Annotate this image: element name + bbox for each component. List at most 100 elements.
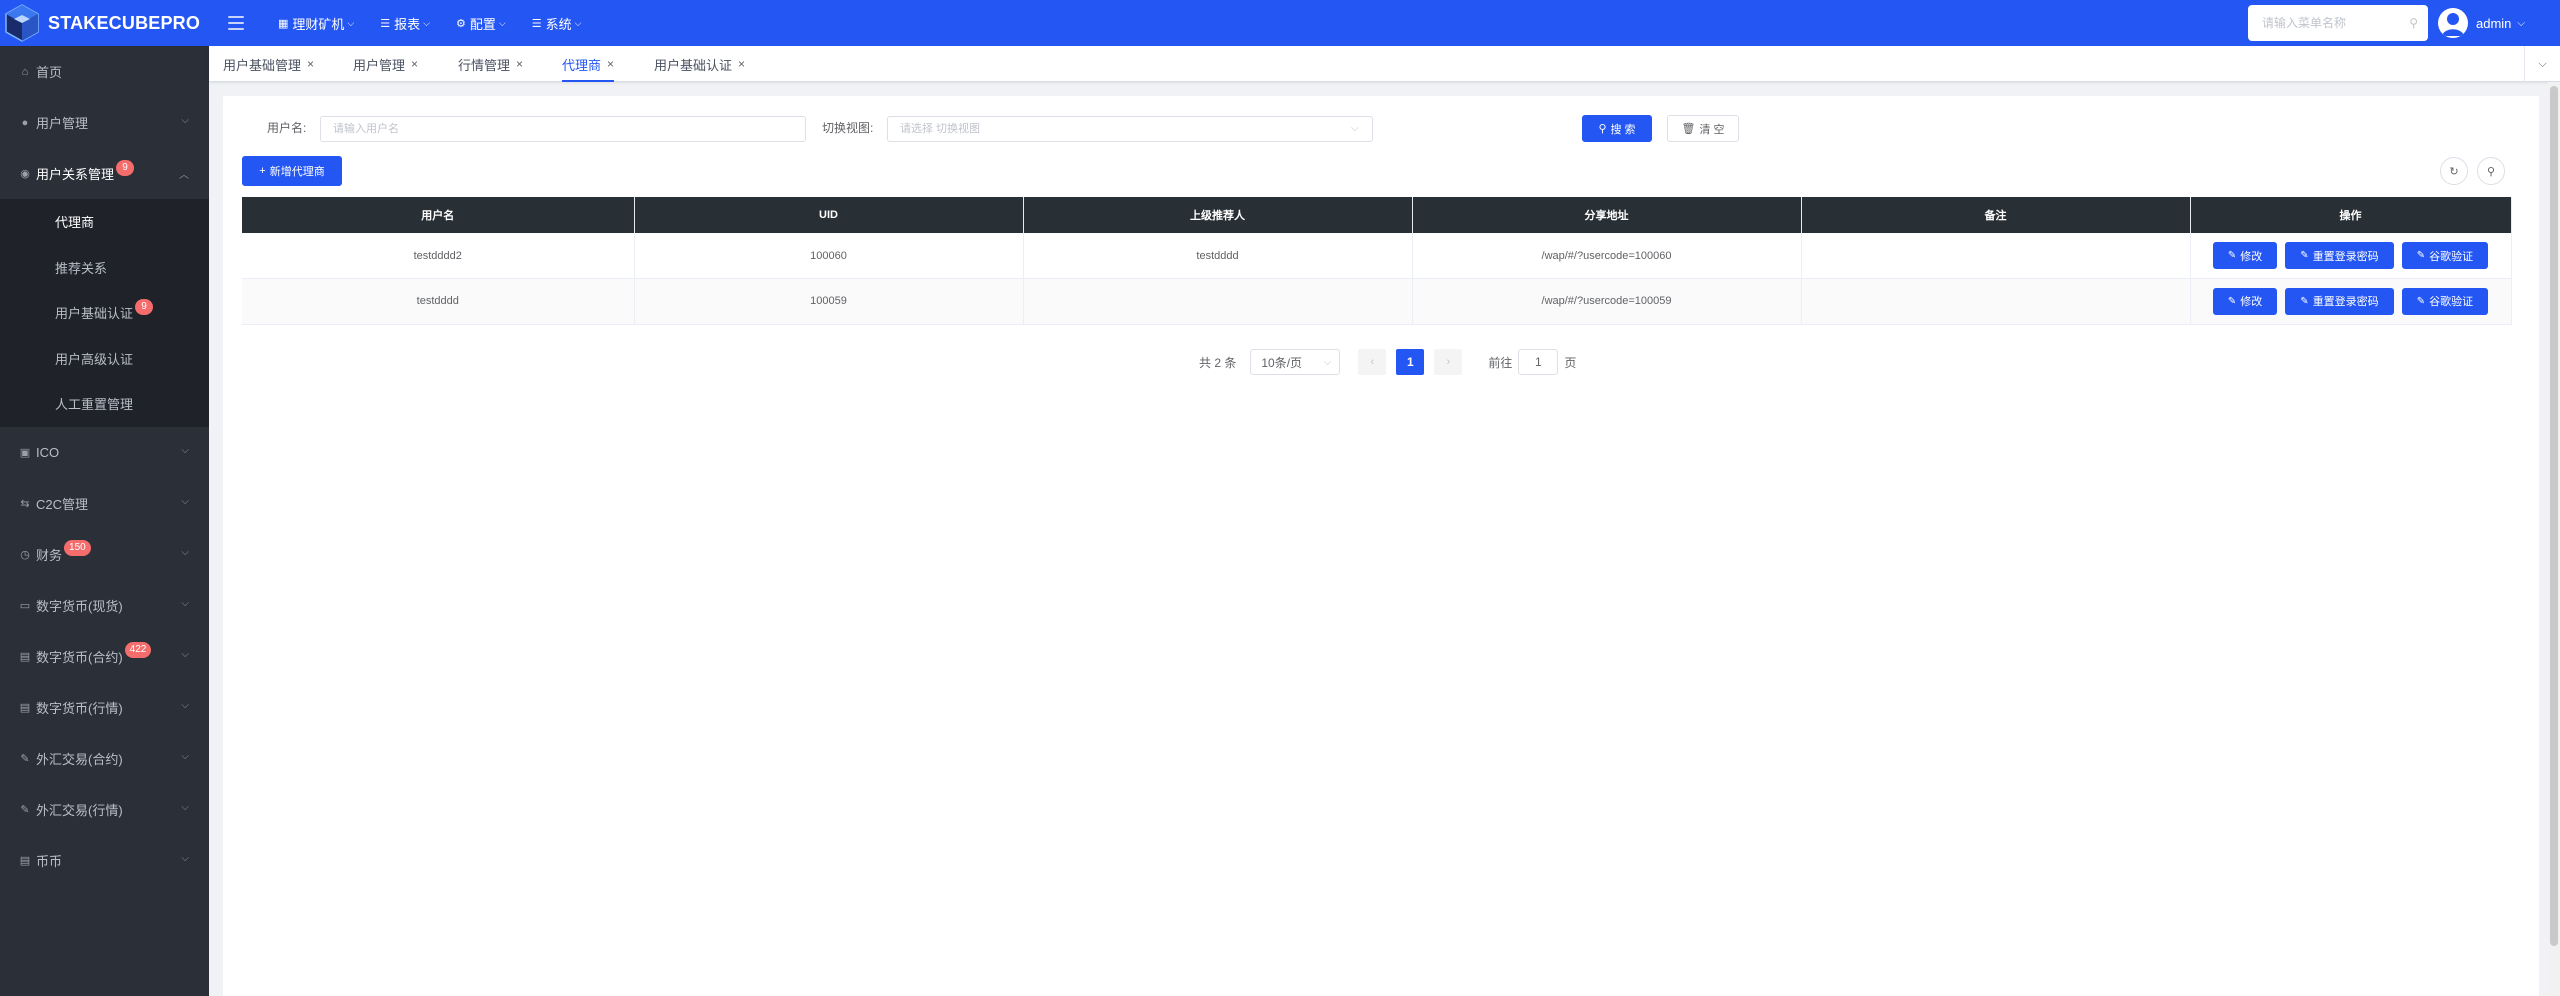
edit-button[interactable]: ✎ 修改 [2212, 242, 2278, 269]
sidebar-item-forex-market[interactable]: ✎ 外汇交易(行情) ⌵ [0, 784, 209, 835]
user-avatar-icon [2442, 13, 2464, 36]
topnav-item-system[interactable]: ☰ 系统 ⌵ [532, 14, 582, 33]
menu-search-input[interactable] [2262, 16, 2402, 30]
goto-suffix: 页 [1564, 355, 1577, 370]
sidebar-subitem-advanced-verification[interactable]: 用户高级认证 [0, 335, 209, 381]
sidebar-subitem-agents[interactable]: 代理商 [0, 199, 209, 245]
chevron-up-icon: ︿ [179, 170, 189, 181]
chevron-down-icon[interactable]: ⌵ [2524, 46, 2560, 82]
scrollbar-thumb[interactable] [2550, 86, 2558, 946]
tab-market-management[interactable]: 行情管理 × [458, 46, 523, 82]
sidebar-item-label: 用户关系管理 [36, 167, 115, 182]
tab-agents[interactable]: 代理商 × [562, 46, 615, 82]
tab-label: 用户基础管理 [223, 57, 302, 73]
tab-user-basic-management[interactable]: 用户基础管理 × [223, 46, 314, 82]
sidebar-item-label: 数字货币(合约) [36, 649, 123, 665]
page-size-select[interactable]: 10条/页 ⌵ [1250, 349, 1341, 375]
search-icon: ⚲ [1598, 123, 1607, 135]
close-icon[interactable]: × [307, 57, 314, 71]
page-number-current[interactable]: 1 [1396, 349, 1425, 375]
sidebar-item-coin-coin[interactable]: ▤ 币币 ⌵ [0, 835, 209, 886]
refresh-icon[interactable]: ↻ [2440, 157, 2468, 185]
user-circle-icon: ◉ [20, 168, 30, 180]
count-badge: 150 [64, 540, 91, 556]
search-toggle-icon[interactable]: ⚲ [2477, 157, 2505, 185]
sidebar-item-crypto-futures[interactable]: ▤ 数字货币(合约) 422 ⌵ [0, 631, 209, 682]
search-icon[interactable]: ⚲ [2409, 16, 2418, 30]
edit-icon: ✎ [2300, 250, 2309, 261]
column-header-username[interactable]: 用户名 [242, 197, 635, 233]
menu-toggle-icon[interactable] [226, 14, 246, 32]
count-badge: 422 [124, 642, 152, 658]
username-label: 用户名: [267, 121, 307, 135]
sidebar-item-finance[interactable]: ◷ 财务 150 ⌵ [0, 529, 209, 580]
sidebar-subitem-manual-reset[interactable]: 人工重置管理 [0, 381, 209, 427]
user-icon: ● [21, 116, 29, 129]
main-content: 用户名: 切换视图: ⌵ ⚲ 搜 索 🗑 清 空 + 新增代理商 ↻ ⚲ 用户名… [223, 96, 2539, 996]
add-agent-button[interactable]: + 新增代理商 [242, 156, 342, 186]
chevron-down-icon: ⌵ [181, 648, 189, 660]
sidebar-item-label: ICO [36, 444, 60, 460]
sidebar-item-crypto-market[interactable]: ▤ 数字货币(行情) ⌵ [0, 682, 209, 733]
row-actions: ✎ 修改 ✎ 重置登录密码 ✎ 谷歌验证 [2191, 287, 2511, 315]
google-auth-button[interactable]: ✎ 谷歌验证 [2401, 287, 2489, 315]
column-header-share-url[interactable]: 分享地址 [1412, 197, 1802, 233]
reset-password-button[interactable]: ✎ 重置登录密码 [2285, 287, 2394, 315]
tab-user-management[interactable]: 用户管理 × [353, 46, 418, 82]
prev-page-icon[interactable]: ‹ [1358, 349, 1387, 375]
reset-password-button-label: 重置登录密码 [2312, 296, 2379, 309]
sidebar-item-user-management[interactable]: ● 用户管理 ⌵ [0, 97, 209, 148]
topnav-item-wealth-miner[interactable]: ▦ 理财矿机 ⌵ [278, 14, 354, 33]
close-icon[interactable]: × [516, 57, 523, 71]
wallet-icon: ▭ [19, 599, 31, 612]
clear-button[interactable]: 🗑 清 空 [1667, 115, 1739, 142]
edit-button[interactable]: ✎ 修改 [2212, 287, 2278, 315]
topnav-label: 配置 [469, 16, 496, 32]
cube-logo-icon [5, 4, 39, 42]
topnav-item-reports[interactable]: ☰ 报表 ⌵ [380, 14, 430, 33]
sidebar-subitem-label: 人工重置管理 [55, 397, 134, 413]
column-header-remark[interactable]: 备注 [1801, 197, 2191, 233]
sidebar-item-ico[interactable]: ▣ ICO ⌵ [0, 427, 209, 478]
user-menu[interactable]: admin ⌵ [2438, 7, 2525, 39]
google-auth-button[interactable]: ✎ 谷歌验证 [2401, 242, 2489, 269]
cell-username: testdddd [242, 278, 635, 325]
sidebar-item-label: 币币 [36, 853, 63, 869]
topnav-item-config[interactable]: ⚙ 配置 ⌵ [456, 14, 506, 33]
goto-page-input[interactable] [1518, 349, 1559, 375]
view-switch-select[interactable] [887, 116, 1373, 142]
close-icon[interactable]: × [411, 57, 418, 71]
sidebar-subitem-basic-verification[interactable]: 用户基础认证 9 [0, 290, 209, 336]
tab-label: 行情管理 [458, 57, 511, 73]
sidebar-item-label: 外汇交易(合约) [36, 751, 123, 767]
edit-icon: ✎ [2416, 250, 2426, 261]
sidebar-item-forex-futures[interactable]: ✎ 外汇交易(合约) ⌵ [0, 733, 209, 784]
close-icon[interactable]: × [607, 57, 614, 71]
column-header-referrer[interactable]: 上级推荐人 [1023, 197, 1413, 233]
sidebar-subitem-referrals[interactable]: 推荐关系 [0, 244, 209, 290]
chevron-down-icon: ⌵ [181, 852, 189, 864]
column-header-uid[interactable]: UID [634, 197, 1024, 233]
tab-user-basic-verification[interactable]: 用户基础认证 × [654, 46, 745, 82]
search-button[interactable]: ⚲ 搜 索 [1582, 115, 1652, 142]
sidebar-item-home[interactable]: ⌂ 首页 [0, 46, 209, 97]
reset-password-button-label: 重置登录密码 [2312, 250, 2379, 263]
page-size-value: 10条/页 [1261, 355, 1303, 370]
username-input[interactable] [320, 116, 806, 142]
close-icon[interactable]: × [738, 57, 745, 71]
edit-doc-icon: ✎ [20, 803, 30, 816]
chevron-down-icon: ⌵ [181, 495, 189, 507]
brand-name: STAKECUBEPRO [48, 12, 201, 33]
sidebar-item-c2c[interactable]: ⇆ C2C管理 ⌵ [0, 478, 209, 529]
add-agent-button-label: 新增代理商 [269, 166, 325, 178]
chevron-down-icon: ⌵ [181, 801, 189, 813]
next-page-icon[interactable]: › [1434, 349, 1463, 375]
chevron-down-icon: ⌵ [181, 597, 189, 609]
sidebar-item-user-relations[interactable]: ◉ 用户关系管理 9 ︿ [0, 148, 209, 199]
reset-password-button[interactable]: ✎ 重置登录密码 [2285, 242, 2394, 269]
page-scrollbar[interactable] [2548, 82, 2560, 996]
sidebar-item-label: 财务 [36, 547, 63, 563]
sidebar-item-crypto-spot[interactable]: ▭ 数字货币(现货) ⌵ [0, 580, 209, 631]
logo[interactable]: STAKECUBEPRO [0, 0, 209, 46]
row-actions: ✎ 修改 ✎ 重置登录密码 ✎ 谷歌验证 [2191, 242, 2511, 269]
